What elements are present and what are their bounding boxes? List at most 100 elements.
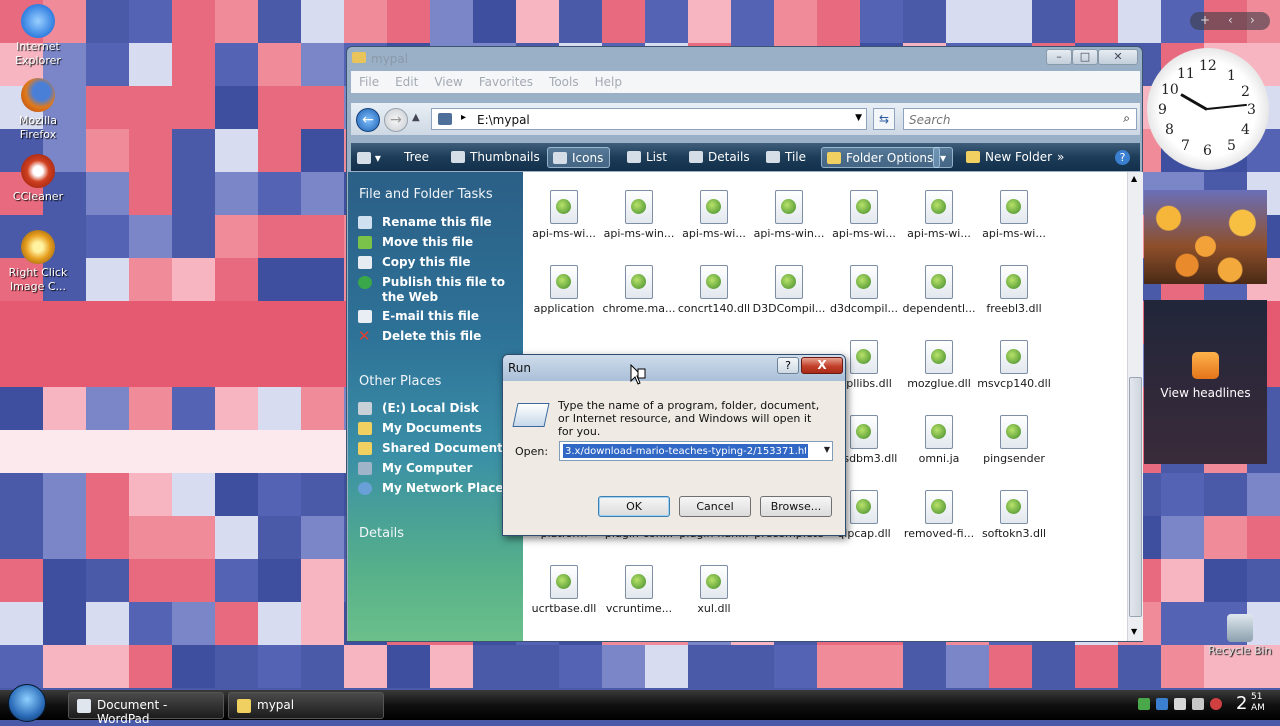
place-my-documents[interactable]: My Documents	[358, 421, 517, 436]
details-button[interactable]: Details	[684, 147, 756, 168]
desktop-icon-right-click-image[interactable]: Right Click Image C...	[0, 230, 76, 294]
help-button[interactable]: ?	[777, 357, 799, 374]
file-item[interactable]: ucrtbase.dll	[527, 565, 601, 615]
menu-tools[interactable]: Tools	[541, 71, 587, 93]
start-button[interactable]	[8, 684, 46, 722]
desktop-icon-recycle-bin[interactable]: Recycle Bin	[1200, 614, 1280, 658]
tray-network-icon[interactable]	[1138, 698, 1150, 710]
menu-edit[interactable]: Edit	[387, 71, 426, 93]
icons-button[interactable]: Icons	[547, 147, 611, 168]
clock-gadget[interactable]: 12 1 2 3 4 5 6 7 8 9 10 11	[1147, 48, 1269, 170]
vertical-scrollbar[interactable]: ▲ ▼	[1127, 172, 1143, 641]
file-item[interactable]: mozglue.dll	[902, 340, 976, 390]
search-field[interactable]: ⌕	[903, 108, 1137, 130]
place-local-disk[interactable]: (E:) Local Disk	[358, 401, 517, 416]
file-item[interactable]: api-ms-win...	[602, 190, 676, 240]
taskbar-button-mypal[interactable]: mypal	[228, 692, 384, 719]
task-move[interactable]: Move this file	[358, 235, 517, 250]
minimize-button[interactable]: –	[1046, 49, 1072, 65]
taskbar-clock[interactable]: 2 51 AM	[1236, 692, 1265, 714]
task-email[interactable]: E-mail this file	[358, 309, 517, 324]
folder-options-dropdown[interactable]: ▾	[933, 147, 954, 168]
up-arrow-icon[interactable]: ▲	[412, 112, 420, 123]
run-title-bar[interactable]: Run ? X	[503, 355, 845, 381]
title-bar[interactable]: mypal – □ ✕	[347, 47, 1142, 69]
tree-button[interactable]: Tree	[380, 147, 435, 168]
file-item[interactable]: freebl3.dll	[977, 265, 1051, 315]
file-item[interactable]: msvcp140.dll	[977, 340, 1051, 390]
tray-security-icon[interactable]	[1210, 698, 1222, 710]
file-item[interactable]: concrt140.dll	[677, 265, 751, 315]
scroll-thumb[interactable]	[1129, 377, 1142, 617]
task-delete[interactable]: ✕ Delete this file	[358, 329, 517, 344]
task-rename[interactable]: Rename this file	[358, 215, 517, 230]
mosaic-tile	[129, 516, 172, 559]
file-label: api-ms-win...	[753, 227, 825, 240]
menu-favorites[interactable]: Favorites	[471, 71, 541, 93]
cancel-button[interactable]: Cancel	[679, 496, 751, 517]
place-my-computer[interactable]: My Computer	[358, 461, 517, 476]
file-item[interactable]: api-ms-wi...	[902, 190, 976, 240]
tray-volume-icon[interactable]	[1192, 698, 1204, 710]
feed-headlines-gadget[interactable]: View headlines	[1144, 300, 1267, 464]
forward-arrow-icon[interactable]: →	[384, 108, 408, 132]
chevron-down-icon[interactable]: ▼	[855, 113, 862, 123]
help-icon[interactable]: ?	[1113, 147, 1136, 168]
slideshow-gadget[interactable]	[1144, 190, 1267, 284]
new-folder-button[interactable]: New Folder	[961, 147, 1058, 168]
file-item[interactable]: api-ms-wi...	[827, 190, 901, 240]
file-item[interactable]: D3DCompil...	[752, 265, 826, 315]
tile-button[interactable]: Tile	[761, 147, 812, 168]
close-button[interactable]: X	[801, 357, 843, 374]
file-item[interactable]: pingsender	[977, 415, 1051, 465]
tray-skype-icon[interactable]	[1174, 698, 1186, 710]
file-item[interactable]: omni.ja	[902, 415, 976, 465]
file-item[interactable]: chrome.ma...	[602, 265, 676, 315]
place-shared-documents[interactable]: Shared Documents	[358, 441, 517, 456]
task-copy[interactable]: Copy this file	[358, 255, 517, 270]
scroll-up-icon[interactable]: ▲	[1131, 174, 1137, 183]
scroll-down-icon[interactable]: ▼	[1131, 627, 1137, 636]
desktop-icon-firefox[interactable]: Mozilla Firefox	[0, 78, 76, 142]
file-item[interactable]: removed-fi...	[902, 490, 976, 540]
open-combobox[interactable]: ▼	[559, 441, 833, 461]
search-icon[interactable]: ⌕	[1123, 111, 1130, 126]
menu-view[interactable]: View	[426, 71, 470, 93]
file-item[interactable]: api-ms-wi...	[527, 190, 601, 240]
chevron-down-icon[interactable]: ▼	[824, 445, 830, 454]
maximize-button[interactable]: □	[1072, 49, 1098, 65]
desktop-icon-internet-explorer[interactable]: Internet Explorer	[0, 4, 76, 68]
place-network[interactable]: My Network Places	[358, 481, 517, 496]
tray-update-icon[interactable]	[1156, 698, 1168, 710]
file-item[interactable]: api-ms-wi...	[677, 190, 751, 240]
open-input[interactable]	[563, 444, 808, 458]
menu-help[interactable]: Help	[587, 71, 630, 93]
file-item[interactable]: api-ms-wi...	[977, 190, 1051, 240]
file-item[interactable]: softokn3.dll	[977, 490, 1051, 540]
desktop-icon-ccleaner[interactable]: CCleaner	[0, 154, 76, 204]
folder-options-button[interactable]: Folder Options	[821, 147, 941, 168]
ok-button[interactable]: OK	[598, 496, 670, 517]
file-item[interactable]: application	[527, 265, 601, 315]
thumbnails-button[interactable]: Thumbnails	[446, 147, 546, 168]
file-item[interactable]: d3dcompil...	[827, 265, 901, 315]
add-gadget-icon[interactable]: +	[1200, 13, 1210, 27]
sidebar-controls[interactable]: + ‹ ›	[1190, 12, 1270, 30]
search-input[interactable]	[909, 111, 1109, 129]
more-chevron-icon[interactable]: »	[1053, 147, 1070, 168]
file-item[interactable]: vcruntime...	[602, 565, 676, 615]
list-button[interactable]: List	[622, 147, 673, 168]
back-arrow-icon[interactable]: ←	[356, 108, 380, 132]
next-icon[interactable]: ›	[1250, 13, 1255, 27]
task-publish[interactable]: Publish this file to the Web	[358, 275, 517, 305]
prev-icon[interactable]: ‹	[1228, 13, 1233, 27]
menu-file[interactable]: File	[351, 71, 387, 93]
file-item[interactable]: dependentl...	[902, 265, 976, 315]
file-item[interactable]: xul.dll	[677, 565, 751, 615]
close-button[interactable]: ✕	[1098, 49, 1138, 65]
browse-button[interactable]: Browse...	[760, 496, 832, 517]
refresh-icon[interactable]: ⇆	[873, 108, 895, 130]
taskbar-button-wordpad[interactable]: Document - WordPad	[68, 692, 224, 726]
address-field[interactable]: ▸ E:\mypal ▼	[431, 108, 867, 130]
file-item[interactable]: api-ms-win...	[752, 190, 826, 240]
